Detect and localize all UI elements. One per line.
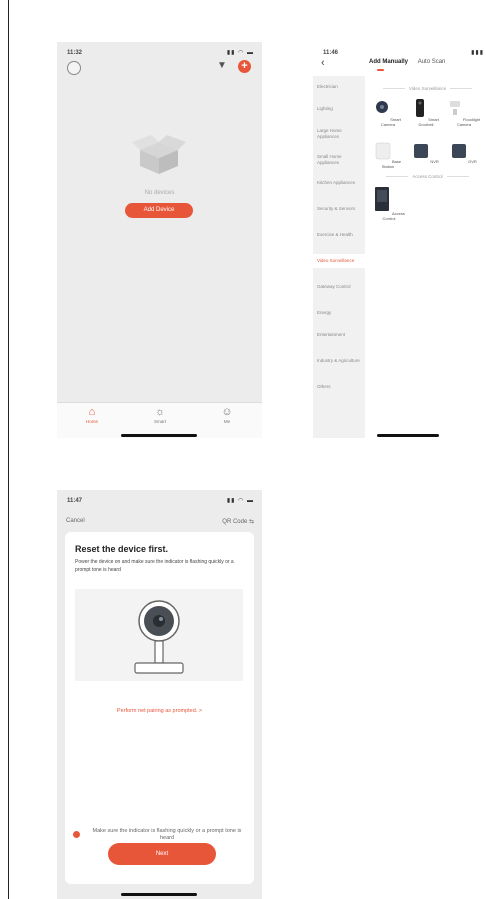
device-access-control[interactable]: Access Control — [369, 186, 409, 221]
floodlight-icon — [449, 101, 460, 115]
reset-instructions-card: Reset the device first. Power the device… — [65, 532, 254, 884]
device-label: Smart Doorbell — [418, 117, 439, 127]
category-item[interactable]: Small Home Appliances — [317, 154, 363, 165]
category-item[interactable]: Others — [317, 384, 363, 390]
device-nvr[interactable]: NVR — [409, 142, 443, 164]
tab-home-label: Home — [85, 419, 98, 424]
dvr-icon — [452, 144, 467, 158]
no-devices-text: No devices — [144, 190, 175, 196]
device-smart-camera[interactable]: Smart Camera — [371, 98, 405, 127]
device-dvr[interactable]: DVR — [447, 142, 481, 164]
signal-icons: ▮▮▮ — [471, 50, 484, 56]
home-indicator — [121, 434, 197, 437]
qr-code-button[interactable]: QR Code ⇆ — [222, 518, 254, 525]
tab-smart[interactable]: ☼ Smart — [145, 406, 175, 424]
nvr-icon — [414, 144, 429, 158]
tab-home[interactable]: ⌂ Home — [77, 406, 107, 424]
home-icon: ⌂ — [88, 406, 96, 418]
active-tab-indicator — [377, 69, 384, 71]
device-label: Floodlight Camera — [456, 117, 481, 127]
device-smart-doorbell[interactable]: Smart Doorbell — [409, 98, 443, 127]
category-item[interactable]: Entertainment — [317, 332, 363, 338]
device-label: Base Station — [381, 159, 402, 169]
category-item-active[interactable]: Video Surveillance — [313, 254, 365, 268]
home-indicator — [121, 893, 197, 896]
status-bar: 11:32 ▮▮ ◠ ▬ — [57, 42, 262, 64]
category-item[interactable]: Energy — [317, 310, 363, 316]
phone-reset-device-screen: 11:47 ▮▮ ◠ ▬ Cancel QR Code ⇆ Reset the … — [57, 490, 262, 899]
category-item[interactable]: Lighting — [317, 106, 363, 112]
device-label: Smart Camera — [380, 117, 401, 127]
category-item[interactable]: Large Home Appliances — [317, 128, 363, 139]
signal-icons: ▮▮ ◠ ▬ — [226, 498, 254, 504]
category-sidebar: Electrician Lighting Large Home Applianc… — [313, 76, 365, 438]
confirm-radio[interactable] — [73, 831, 80, 838]
bottom-tab-bar: ⌂ Home ☼ Smart ☺ Me — [57, 402, 262, 438]
category-item[interactable]: Kitchen Appliances — [317, 180, 363, 186]
device-label: Access Control — [382, 211, 405, 221]
person-icon: ☺ — [221, 406, 233, 418]
card-title: Reset the device first. — [75, 544, 169, 554]
next-button[interactable]: Next — [108, 843, 216, 865]
status-time: 11:47 — [67, 498, 83, 504]
device-label: DVR — [468, 159, 477, 164]
add-plus-icon[interactable]: + — [238, 60, 251, 73]
tab-add-manually[interactable]: Add Manually — [369, 59, 408, 65]
section-title-video: Video Surveillance — [369, 86, 486, 91]
camera-illustration — [75, 589, 243, 681]
status-time: 11:32 — [67, 50, 83, 56]
tab-auto-scan[interactable]: Auto Scan — [418, 59, 446, 65]
section-title-access: Access Control — [369, 174, 486, 179]
tab-me[interactable]: ☺ Me — [212, 406, 242, 424]
category-item[interactable]: Industry & Agriculture — [317, 358, 363, 364]
doorbell-icon — [416, 99, 425, 117]
tab-me-label: Me — [223, 419, 231, 424]
add-device-button[interactable]: Add Device — [125, 203, 193, 218]
device-label: NVR — [430, 159, 439, 164]
home-indicator — [377, 434, 439, 437]
device-base-station[interactable]: Base Station — [371, 142, 405, 169]
status-time: 11:46 — [323, 50, 339, 56]
camera-icon — [376, 101, 389, 113]
back-chevron-icon[interactable]: ‹ — [321, 57, 325, 69]
phone-add-device-screen: 11:46 ▮▮▮ ‹ Add Manually Auto Scan Elect… — [313, 42, 486, 438]
tab-smart-label: Smart — [153, 419, 166, 424]
indoor-camera-icon — [134, 600, 184, 674]
home-avatar-icon[interactable] — [67, 61, 81, 75]
device-floodlight-camera[interactable]: Floodlight Camera — [447, 98, 481, 127]
access-control-icon — [375, 187, 390, 211]
category-item[interactable]: Gateway Control — [317, 284, 363, 290]
signal-icons: ▮▮ ◠ ▬ — [226, 50, 254, 56]
category-item[interactable]: Security & Sensors — [317, 206, 363, 212]
status-bar: 11:47 ▮▮ ◠ ▬ — [57, 490, 262, 512]
confirm-text[interactable]: Make sure the indicator is flashing quic… — [87, 828, 247, 842]
net-pairing-link[interactable]: Perform net pairing as prompted. > — [65, 708, 254, 714]
category-item[interactable]: Electrician — [317, 84, 363, 90]
card-description: Power the device on and make sure the in… — [75, 559, 234, 573]
add-mode-tabs: Add Manually Auto Scan — [369, 59, 445, 65]
sun-icon: ☼ — [154, 406, 166, 418]
base-station-icon — [375, 142, 391, 160]
phone-home-screen: 11:32 ▮▮ ◠ ▬ ▼ + No devices Add Device ⌂… — [57, 42, 262, 438]
empty-box-icon — [132, 135, 186, 174]
cancel-button[interactable]: Cancel — [66, 518, 85, 524]
category-item[interactable]: Exercise & Health — [317, 232, 363, 238]
microphone-icon[interactable]: ▼ — [217, 60, 227, 71]
page-margin-line — [8, 0, 9, 899]
